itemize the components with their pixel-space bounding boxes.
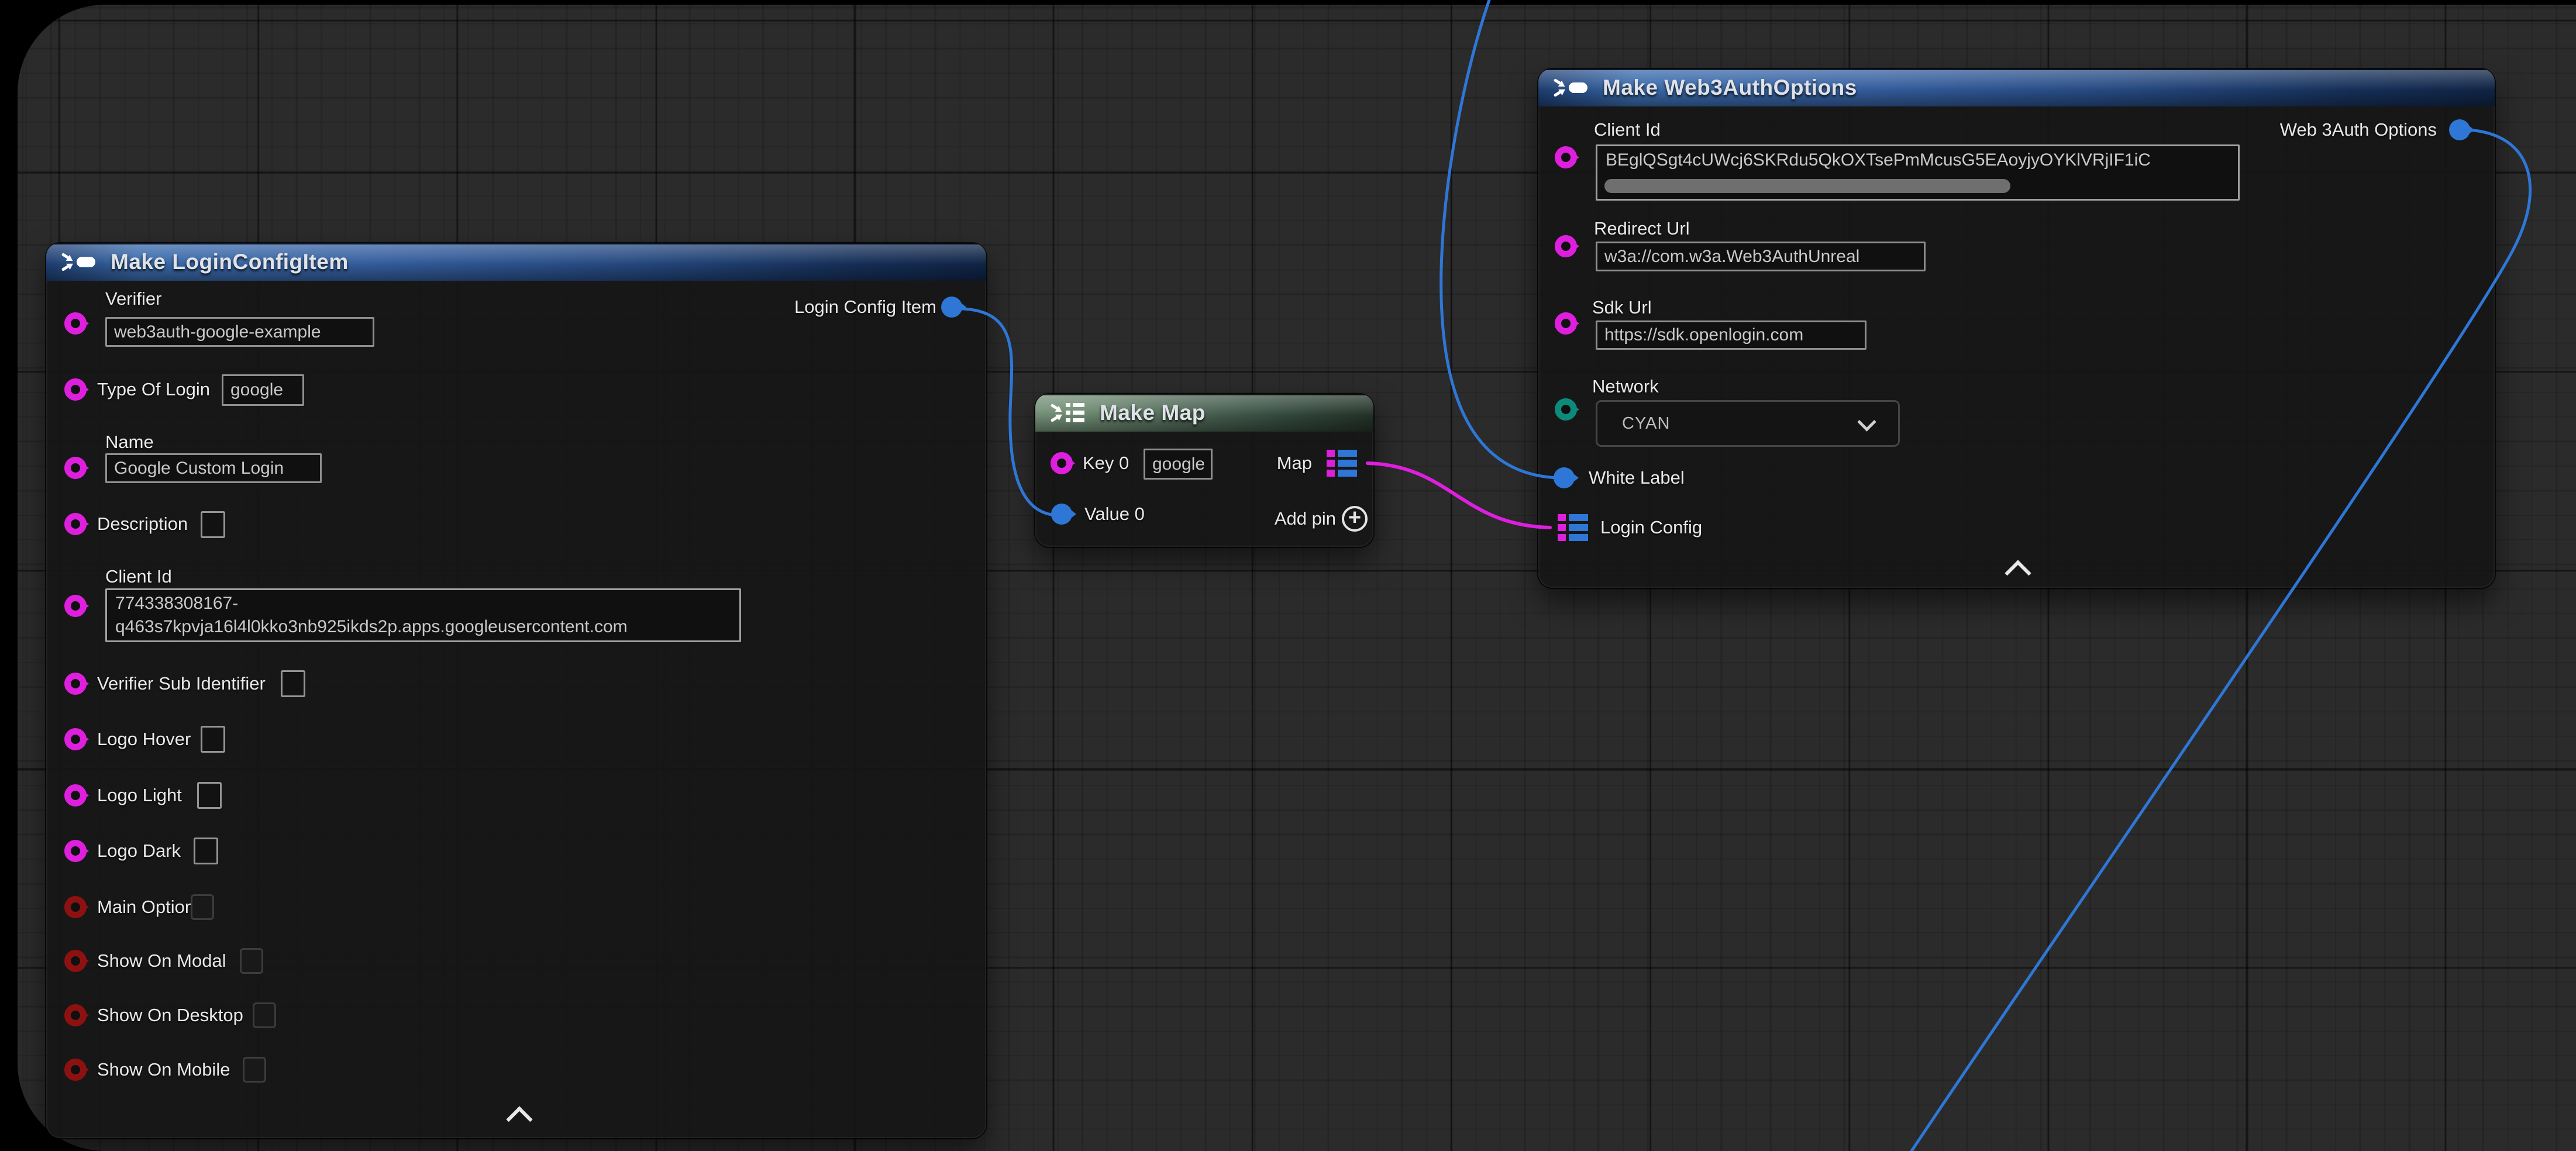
main-option-pin[interactable] [64, 896, 87, 918]
sdk-url-label: Sdk Url [1592, 297, 1652, 319]
collapse-pins-chevron-icon[interactable] [506, 1106, 532, 1132]
name-pin[interactable] [64, 457, 87, 479]
redirect-url-input[interactable] [1596, 242, 1926, 271]
node-title: Make Web3AuthOptions [1603, 75, 1857, 100]
node-title: Make Map [1100, 401, 1206, 425]
type-of-login-input[interactable] [222, 374, 304, 406]
network-pin[interactable] [1555, 398, 1577, 421]
add-pin-plus-icon[interactable] [1342, 506, 1368, 532]
verifier-sub-identifier-label: Verifier Sub Identifier [97, 673, 266, 695]
show-on-desktop-label: Show On Desktop [97, 1004, 243, 1026]
login-config-item-output-pin[interactable] [941, 297, 962, 318]
logo-light-pin[interactable] [64, 784, 87, 807]
type-of-login-label: Type Of Login [97, 378, 210, 401]
network-dropdown[interactable]: CYAN [1596, 400, 1900, 447]
verifier-label: Verifier [105, 288, 161, 310]
client-id-pin[interactable] [1555, 146, 1577, 168]
logo-hover-input[interactable] [201, 726, 225, 753]
verifier-sub-identifier-pin[interactable] [64, 673, 87, 695]
node-title: Make LoginConfigItem [111, 250, 349, 274]
sdk-url-input[interactable] [1596, 321, 1866, 350]
description-input[interactable] [201, 511, 225, 538]
verifier-pin[interactable] [64, 312, 87, 335]
main-option-label: Main Option [97, 896, 195, 918]
logo-light-input[interactable] [197, 782, 222, 809]
make-map-icon [1051, 400, 1086, 426]
network-label: Network [1592, 375, 1659, 398]
client-id-input[interactable]: BEglQSgt4cUWcj6SKRdu5QkOXTsePmMcusG5EAoy… [1596, 144, 2240, 201]
description-pin[interactable] [64, 513, 87, 535]
map-output-label: Map [1277, 452, 1312, 474]
show-on-mobile-checkbox[interactable] [243, 1057, 266, 1083]
show-on-modal-checkbox[interactable] [240, 948, 263, 974]
make-struct-icon [61, 249, 97, 275]
dropdown-chevron-icon [1857, 412, 1876, 432]
node-make-map: Make Map Key 0 Map Value 0 Add pin [1035, 394, 1373, 547]
redirect-url-label: Redirect Url [1594, 218, 1690, 240]
verifier-input[interactable] [105, 317, 374, 347]
type-of-login-pin[interactable] [64, 378, 87, 401]
login-config-item-output-label: Login Config Item [794, 296, 936, 318]
logo-hover-label: Logo Hover [97, 728, 191, 750]
client-id-pin[interactable] [64, 595, 87, 617]
network-selected-value: CYAN [1622, 414, 1670, 433]
white-label-label: White Label [1589, 467, 1685, 489]
logo-dark-input[interactable] [194, 838, 218, 864]
web3auth-options-output-label: Web 3Auth Options [2280, 119, 2437, 141]
client-id-input[interactable]: 774338308167- q463s7kpvja16l4l0kko3nb925… [105, 588, 741, 642]
logo-hover-pin[interactable] [64, 728, 87, 750]
key0-label: Key 0 [1083, 452, 1129, 474]
show-on-mobile-label: Show On Mobile [97, 1059, 230, 1081]
logo-light-label: Logo Light [97, 784, 182, 807]
client-id-horizontal-scrollbar[interactable] [1604, 179, 2010, 193]
client-id-value: BEglQSgt4cUWcj6SKRdu5QkOXTsePmMcusG5EAoy… [1606, 149, 2151, 172]
show-on-modal-label: Show On Modal [97, 950, 226, 972]
client-id-line1: 774338308167- [115, 592, 238, 615]
verifier-sub-identifier-input[interactable] [281, 670, 305, 697]
login-config-pin[interactable] [1558, 514, 1588, 541]
name-input[interactable] [105, 453, 322, 483]
node-header-make-loginconfigitem[interactable]: Make LoginConfigItem [46, 243, 986, 281]
show-on-desktop-checkbox[interactable] [253, 1002, 276, 1028]
show-on-desktop-pin[interactable] [64, 1004, 87, 1026]
name-label: Name [105, 431, 154, 453]
node-make-web3authoptions: Make Web3AuthOptions Client Id BEglQSgt4… [1538, 69, 2495, 588]
collapse-pins-chevron-icon[interactable] [2005, 560, 2031, 586]
node-header-make-map[interactable]: Make Map [1035, 394, 1373, 432]
blueprint-graph-canvas[interactable]: Make LoginConfigItem Verifier Login Conf… [18, 5, 2576, 1151]
make-struct-icon [1554, 75, 1589, 101]
logo-dark-pin[interactable] [64, 840, 87, 862]
client-id-label: Client Id [105, 566, 172, 588]
show-on-mobile-pin[interactable] [64, 1059, 87, 1081]
node-make-loginconfigitem: Make LoginConfigItem Verifier Login Conf… [46, 243, 986, 1138]
main-option-checkbox[interactable] [191, 894, 214, 920]
key0-pin[interactable] [1051, 452, 1073, 474]
description-label: Description [97, 513, 188, 535]
value0-label: Value 0 [1084, 503, 1145, 525]
sdk-url-pin[interactable] [1555, 312, 1577, 335]
redirect-url-pin[interactable] [1555, 235, 1577, 257]
node-header-make-web3authoptions[interactable]: Make Web3AuthOptions [1538, 69, 2495, 106]
map-output-pin[interactable] [1327, 450, 1357, 477]
login-config-label: Login Config [1600, 516, 1702, 539]
client-id-label: Client Id [1594, 119, 1661, 141]
add-pin-label: Add pin [1275, 508, 1336, 530]
show-on-modal-pin[interactable] [64, 950, 87, 972]
logo-dark-label: Logo Dark [97, 840, 181, 862]
key0-input[interactable] [1144, 449, 1213, 480]
client-id-line2: q463s7kpvja16l4l0kko3nb925ikds2p.apps.go… [115, 615, 628, 639]
